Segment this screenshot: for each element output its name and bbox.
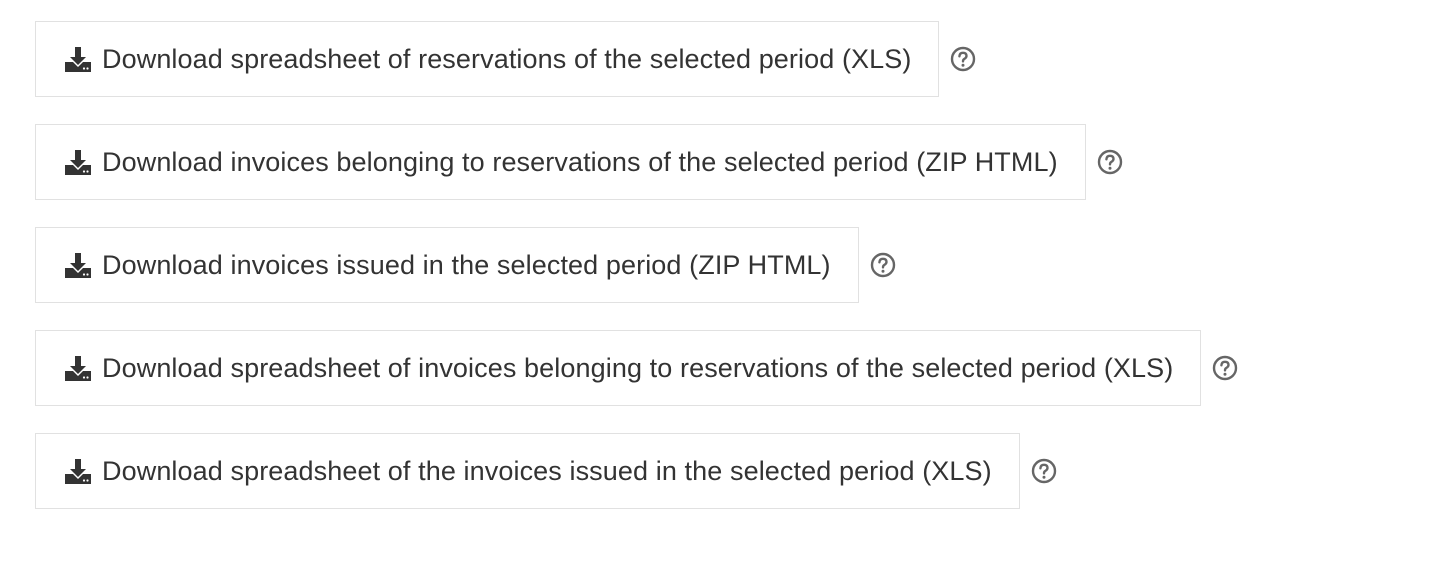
help-icon[interactable] — [1096, 148, 1124, 176]
download-row-reservations-xls: Download spreadsheet of reservations of … — [35, 21, 1239, 97]
download-row-issued-invoices-xls: Download spreadsheet of the invoices iss… — [35, 433, 1239, 509]
download-icon — [63, 147, 93, 177]
download-icon — [63, 44, 93, 74]
download-list: Download spreadsheet of reservations of … — [35, 21, 1239, 536]
download-row-reservation-invoices-xls: Download spreadsheet of invoices belongi… — [35, 330, 1239, 406]
download-reservations-xls-button[interactable]: Download spreadsheet of reservations of … — [35, 21, 940, 97]
download-icon — [63, 353, 93, 383]
download-issued-invoices-xls-button[interactable]: Download spreadsheet of the invoices iss… — [35, 433, 1020, 509]
download-label: Download spreadsheet of reservations of … — [102, 43, 912, 74]
download-icon — [63, 456, 93, 486]
download-issued-invoices-zip-button[interactable]: Download invoices issued in the selected… — [35, 227, 859, 303]
help-icon[interactable] — [869, 251, 897, 279]
download-reservation-invoices-zip-button[interactable]: Download invoices belonging to reservati… — [35, 124, 1086, 200]
download-row-issued-invoices-zip: Download invoices issued in the selected… — [35, 227, 1239, 303]
download-label: Download spreadsheet of invoices belongi… — [102, 352, 1174, 383]
download-label: Download invoices belonging to reservati… — [102, 146, 1058, 177]
download-icon — [63, 250, 93, 280]
download-reservation-invoices-xls-button[interactable]: Download spreadsheet of invoices belongi… — [35, 330, 1202, 406]
download-label: Download invoices issued in the selected… — [102, 249, 831, 280]
download-row-reservation-invoices-zip: Download invoices belonging to reservati… — [35, 124, 1239, 200]
help-icon[interactable] — [1211, 354, 1239, 382]
help-icon[interactable] — [1030, 457, 1058, 485]
download-label: Download spreadsheet of the invoices iss… — [102, 455, 992, 486]
help-icon[interactable] — [949, 45, 977, 73]
